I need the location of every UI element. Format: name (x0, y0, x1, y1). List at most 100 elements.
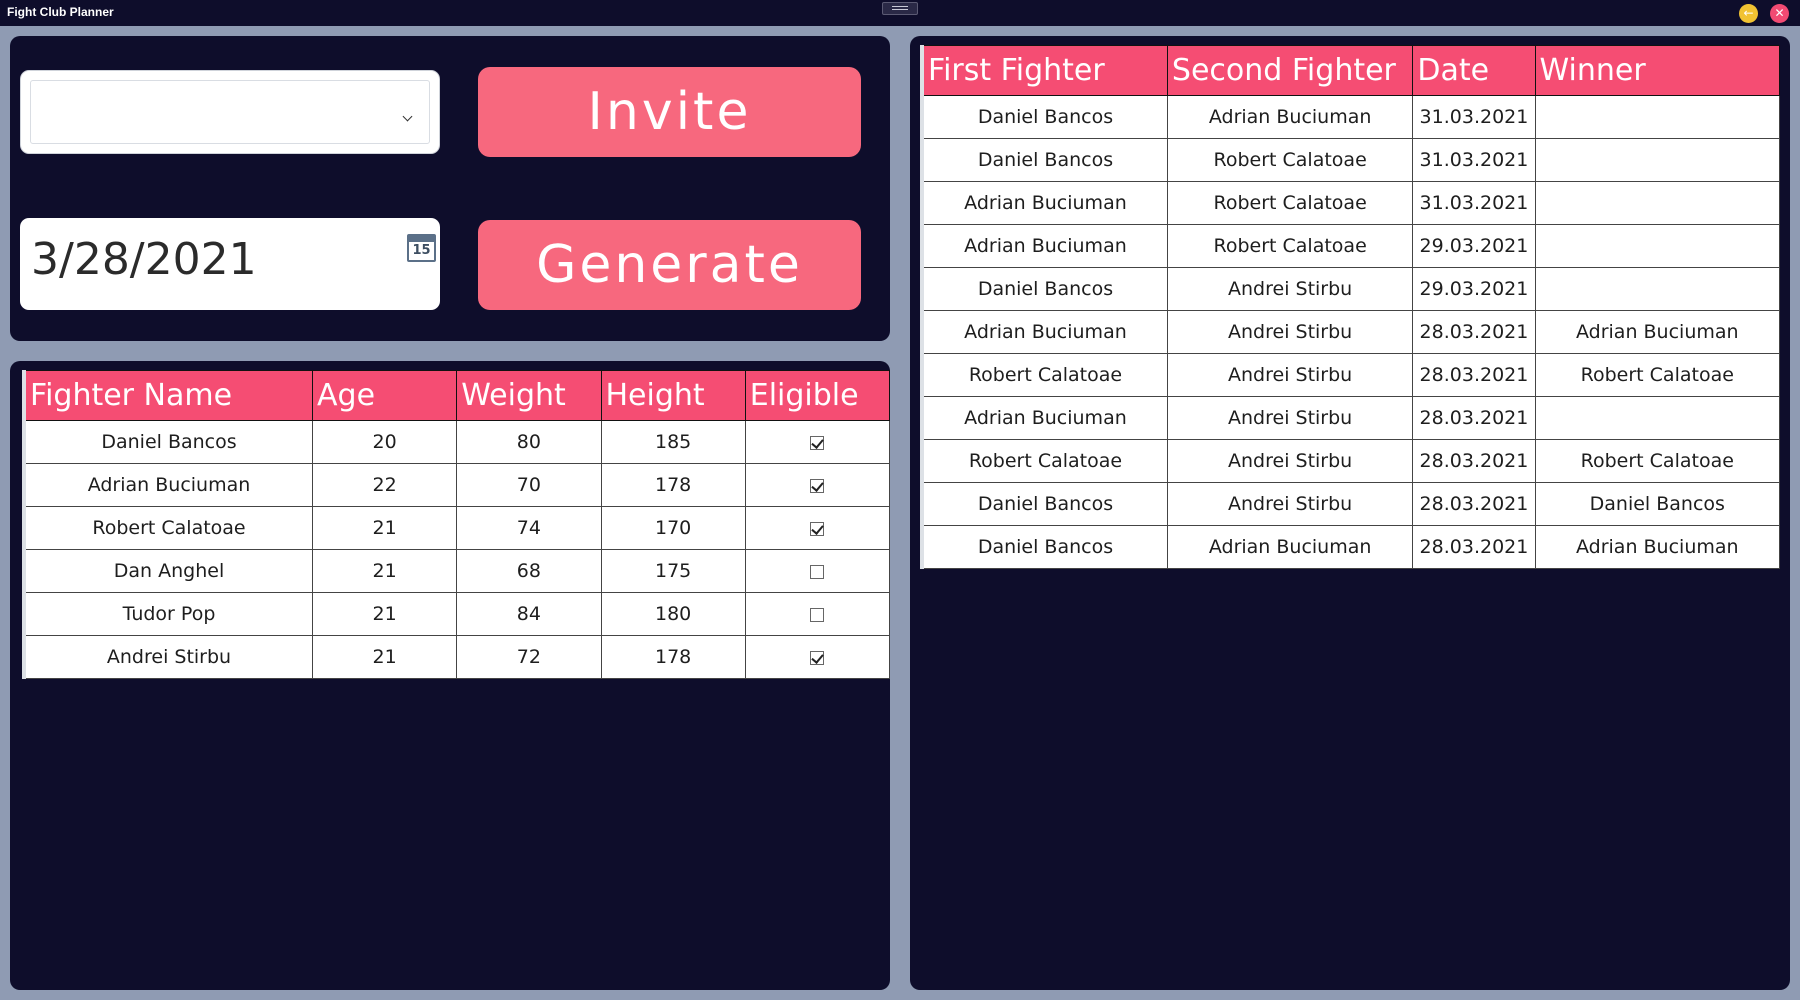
winner-cell[interactable]: Adrian Buciuman (1534, 525, 1781, 569)
table-row[interactable]: Daniel Bancos Andrei Stirbu 29.03.2021 (921, 267, 1781, 311)
second-fighter-cell[interactable]: Andrei Stirbu (1166, 267, 1414, 311)
height-cell[interactable]: 180 (600, 592, 746, 636)
first-fighter-cell[interactable]: Daniel Bancos (921, 138, 1168, 182)
minimize-button[interactable]: ← (1739, 4, 1758, 23)
fighter-name-cell[interactable]: Robert Calatoae (23, 506, 313, 550)
second-fighter-cell[interactable]: Andrei Stirbu (1166, 439, 1414, 483)
column-header-weight[interactable]: Weight (456, 370, 602, 421)
height-cell[interactable]: 175 (600, 549, 746, 593)
winner-cell[interactable] (1534, 95, 1781, 139)
table-row[interactable]: Dan Anghel 21 68 175 (23, 549, 891, 593)
fighter-name-cell[interactable]: Dan Anghel (23, 549, 313, 593)
chevron-down-icon[interactable] (402, 111, 413, 122)
weight-cell[interactable]: 80 (456, 420, 602, 464)
date-value[interactable]: 3/28/2021 (31, 234, 257, 285)
second-fighter-cell[interactable]: Adrian Buciuman (1166, 95, 1414, 139)
close-button[interactable]: ✕ (1770, 4, 1789, 23)
first-fighter-cell[interactable]: Adrian Buciuman (921, 224, 1168, 268)
fighter-name-cell[interactable]: Andrei Stirbu (23, 635, 313, 679)
table-row[interactable]: Robert Calatoae Andrei Stirbu 28.03.2021 Ro… (921, 439, 1781, 483)
column-header-height[interactable]: Height (600, 370, 746, 421)
winner-cell[interactable] (1534, 224, 1781, 268)
calendar-icon[interactable]: 15 (407, 234, 436, 262)
column-header-date[interactable]: Date (1412, 45, 1536, 96)
eligible-checkbox[interactable] (810, 564, 825, 579)
eligible-checkbox[interactable] (810, 521, 825, 536)
table-row[interactable]: Tudor Pop 21 84 180 (23, 592, 891, 636)
date-cell[interactable]: 29.03.2021 (1412, 224, 1536, 268)
first-fighter-cell[interactable]: Daniel Bancos (921, 525, 1168, 569)
age-cell[interactable]: 20 (311, 420, 458, 464)
invite-button[interactable]: Invite (478, 67, 861, 157)
weight-cell[interactable]: 70 (456, 463, 602, 507)
eligible-checkbox[interactable] (810, 607, 825, 622)
winner-cell[interactable] (1534, 181, 1781, 225)
first-fighter-cell[interactable]: Daniel Bancos (921, 267, 1168, 311)
height-cell[interactable]: 178 (600, 635, 746, 679)
date-cell[interactable]: 28.03.2021 (1412, 439, 1536, 483)
table-row[interactable]: Robert Calatoae Andrei Stirbu 28.03.2021 Ro… (921, 353, 1781, 397)
first-fighter-cell[interactable]: Daniel Bancos (921, 95, 1168, 139)
table-row[interactable]: Robert Calatoae 21 74 170 (23, 506, 891, 550)
eligible-checkbox[interactable] (810, 478, 825, 493)
winner-cell[interactable] (1534, 138, 1781, 182)
age-cell[interactable]: 21 (311, 506, 458, 550)
table-row[interactable]: Daniel Bancos Andrei Stirbu 28.03.2021 Dani… (921, 482, 1781, 526)
table-row[interactable]: Adrian Buciuman Andrei Stirbu 28.03.2021 Ad… (921, 310, 1781, 354)
fighter-name-cell[interactable]: Daniel Bancos (23, 420, 313, 464)
first-fighter-cell[interactable]: Robert Calatoae (921, 353, 1168, 397)
date-cell[interactable]: 31.03.2021 (1412, 95, 1536, 139)
date-cell[interactable]: 28.03.2021 (1412, 353, 1536, 397)
second-fighter-cell[interactable]: Robert Calatoae (1166, 181, 1414, 225)
table-row[interactable]: Andrei Stirbu 21 72 178 (23, 635, 891, 679)
age-cell[interactable]: 21 (311, 549, 458, 593)
table-row[interactable]: Adrian Buciuman Robert Calatoae 29.03.2021 (921, 224, 1781, 268)
weight-cell[interactable]: 68 (456, 549, 602, 593)
fighter-select[interactable] (20, 70, 440, 154)
eligible-checkbox[interactable] (810, 435, 825, 450)
fighter-name-cell[interactable]: Tudor Pop (23, 592, 313, 636)
winner-cell[interactable] (1534, 267, 1781, 311)
table-row[interactable]: Adrian Buciuman Andrei Stirbu 28.03.2021 (921, 396, 1781, 440)
column-header-age[interactable]: Age (311, 370, 458, 421)
date-cell[interactable]: 28.03.2021 (1412, 482, 1536, 526)
date-cell[interactable]: 31.03.2021 (1412, 138, 1536, 182)
fighter-name-cell[interactable]: Adrian Buciuman (23, 463, 313, 507)
winner-cell[interactable]: Robert Calatoae (1534, 353, 1781, 397)
second-fighter-cell[interactable]: Adrian Buciuman (1166, 525, 1414, 569)
first-fighter-cell[interactable]: Adrian Buciuman (921, 181, 1168, 225)
table-row[interactable]: Adrian Buciuman Robert Calatoae 31.03.2021 (921, 181, 1781, 225)
first-fighter-cell[interactable]: Robert Calatoae (921, 439, 1168, 483)
winner-cell[interactable]: Robert Calatoae (1534, 439, 1781, 483)
first-fighter-cell[interactable]: Adrian Buciuman (921, 396, 1168, 440)
height-cell[interactable]: 185 (600, 420, 746, 464)
height-cell[interactable]: 170 (600, 506, 746, 550)
title-bar[interactable]: Fight Club Planner ← ✕ (0, 0, 1800, 26)
date-cell[interactable]: 29.03.2021 (1412, 267, 1536, 311)
weight-cell[interactable]: 72 (456, 635, 602, 679)
date-cell[interactable]: 28.03.2021 (1412, 525, 1536, 569)
table-row[interactable]: Daniel Bancos Adrian Buciuman 31.03.2021 (921, 95, 1781, 139)
first-fighter-cell[interactable]: Adrian Buciuman (921, 310, 1168, 354)
winner-cell[interactable] (1534, 396, 1781, 440)
column-header-eligible[interactable]: Eligible (744, 370, 891, 421)
second-fighter-cell[interactable]: Andrei Stirbu (1166, 353, 1414, 397)
table-row[interactable]: Daniel Bancos 20 80 185 (23, 420, 891, 464)
winner-cell[interactable]: Daniel Bancos (1534, 482, 1781, 526)
date-cell[interactable]: 28.03.2021 (1412, 396, 1536, 440)
date-picker[interactable]: 3/28/2021 15 (20, 218, 440, 310)
weight-cell[interactable]: 74 (456, 506, 602, 550)
first-fighter-cell[interactable]: Daniel Bancos (921, 482, 1168, 526)
age-cell[interactable]: 21 (311, 635, 458, 679)
age-cell[interactable]: 22 (311, 463, 458, 507)
column-header-winner[interactable]: Winner (1534, 45, 1781, 96)
age-cell[interactable]: 21 (311, 592, 458, 636)
second-fighter-cell[interactable]: Andrei Stirbu (1166, 396, 1414, 440)
date-cell[interactable]: 31.03.2021 (1412, 181, 1536, 225)
second-fighter-cell[interactable]: Robert Calatoae (1166, 138, 1414, 182)
date-cell[interactable]: 28.03.2021 (1412, 310, 1536, 354)
weight-cell[interactable]: 84 (456, 592, 602, 636)
column-header-fighter-name[interactable]: Fighter Name (23, 370, 313, 421)
height-cell[interactable]: 178 (600, 463, 746, 507)
column-header-first-fighter[interactable]: First Fighter (921, 45, 1168, 96)
